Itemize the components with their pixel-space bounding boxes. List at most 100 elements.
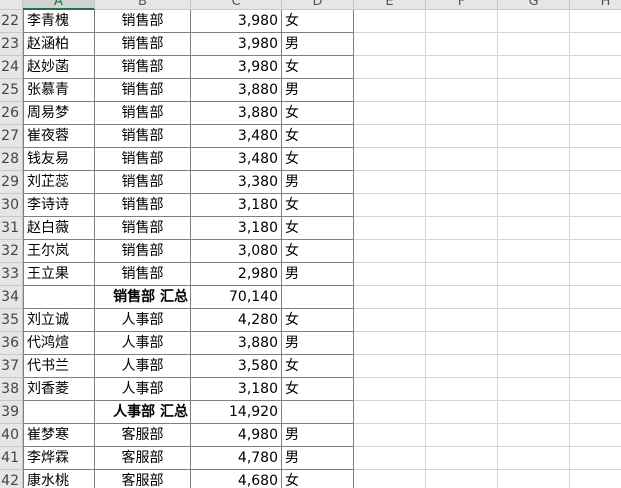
empty-cell[interactable] xyxy=(426,102,498,125)
cell-name[interactable]: 李烨霖 xyxy=(23,447,95,470)
empty-cell[interactable] xyxy=(426,332,498,355)
cell-name[interactable]: 王尔岚 xyxy=(23,240,95,263)
empty-cell[interactable] xyxy=(570,286,621,309)
empty-cell[interactable] xyxy=(354,33,426,56)
cell-name[interactable]: 张慕青 xyxy=(23,79,95,102)
empty-cell[interactable] xyxy=(426,56,498,79)
empty-cell[interactable] xyxy=(570,56,621,79)
empty-cell[interactable] xyxy=(498,263,570,286)
empty-cell[interactable] xyxy=(498,286,570,309)
empty-cell[interactable] xyxy=(354,355,426,378)
cell-amount[interactable]: 3,380 xyxy=(191,171,282,194)
cell-department[interactable]: 人事部 汇总 xyxy=(95,401,191,424)
cell-gender[interactable]: 女 xyxy=(282,309,354,332)
empty-cell[interactable] xyxy=(426,378,498,401)
column-header-b[interactable]: B xyxy=(95,0,191,10)
cell-department[interactable]: 人事部 xyxy=(95,378,191,401)
cell-name[interactable]: 代书兰 xyxy=(23,355,95,378)
empty-cell[interactable] xyxy=(498,33,570,56)
cell-amount[interactable]: 3,980 xyxy=(191,33,282,56)
cell-gender[interactable] xyxy=(282,286,354,309)
cell-amount[interactable]: 4,680 xyxy=(191,470,282,488)
empty-cell[interactable] xyxy=(498,148,570,171)
cell-name[interactable]: 代鸿煊 xyxy=(23,332,95,355)
cell-department[interactable]: 销售部 xyxy=(95,125,191,148)
empty-cell[interactable] xyxy=(426,309,498,332)
empty-cell[interactable] xyxy=(498,424,570,447)
cell-name[interactable]: 康水桃 xyxy=(23,470,95,488)
cell-amount[interactable]: 3,580 xyxy=(191,355,282,378)
cell-department[interactable]: 销售部 xyxy=(95,263,191,286)
empty-cell[interactable] xyxy=(354,240,426,263)
empty-cell[interactable] xyxy=(570,33,621,56)
cell-department[interactable]: 销售部 xyxy=(95,56,191,79)
empty-cell[interactable] xyxy=(354,470,426,488)
empty-cell[interactable] xyxy=(426,263,498,286)
empty-cell[interactable] xyxy=(426,217,498,240)
empty-cell[interactable] xyxy=(426,470,498,488)
empty-cell[interactable] xyxy=(498,240,570,263)
empty-cell[interactable] xyxy=(426,447,498,470)
empty-cell[interactable] xyxy=(498,401,570,424)
cell-gender[interactable]: 女 xyxy=(282,355,354,378)
empty-cell[interactable] xyxy=(498,102,570,125)
column-header-h[interactable]: H xyxy=(570,0,621,10)
row-header[interactable]: 29 xyxy=(0,171,23,194)
row-header[interactable]: 31 xyxy=(0,217,23,240)
empty-cell[interactable] xyxy=(498,332,570,355)
empty-cell[interactable] xyxy=(498,470,570,488)
cell-department[interactable]: 客服部 xyxy=(95,424,191,447)
empty-cell[interactable] xyxy=(354,194,426,217)
empty-cell[interactable] xyxy=(354,79,426,102)
cell-department[interactable]: 客服部 xyxy=(95,447,191,470)
empty-cell[interactable] xyxy=(570,240,621,263)
empty-cell[interactable] xyxy=(426,10,498,33)
cell-department[interactable]: 销售部 xyxy=(95,102,191,125)
empty-cell[interactable] xyxy=(426,424,498,447)
empty-cell[interactable] xyxy=(426,286,498,309)
empty-cell[interactable] xyxy=(570,424,621,447)
empty-cell[interactable] xyxy=(426,401,498,424)
empty-cell[interactable] xyxy=(354,263,426,286)
cell-gender[interactable]: 男 xyxy=(282,263,354,286)
cell-gender[interactable]: 男 xyxy=(282,332,354,355)
row-header[interactable]: 32 xyxy=(0,240,23,263)
empty-cell[interactable] xyxy=(354,447,426,470)
empty-cell[interactable] xyxy=(498,125,570,148)
cell-department[interactable]: 销售部 xyxy=(95,240,191,263)
cell-name[interactable]: 赵白薇 xyxy=(23,217,95,240)
cell-name[interactable]: 刘香菱 xyxy=(23,378,95,401)
row-header[interactable]: 30 xyxy=(0,194,23,217)
empty-cell[interactable] xyxy=(354,102,426,125)
column-header-a[interactable]: A xyxy=(23,0,95,10)
empty-cell[interactable] xyxy=(498,355,570,378)
empty-cell[interactable] xyxy=(354,217,426,240)
empty-cell[interactable] xyxy=(426,125,498,148)
row-header[interactable]: 36 xyxy=(0,332,23,355)
empty-cell[interactable] xyxy=(498,171,570,194)
cell-gender[interactable]: 女 xyxy=(282,148,354,171)
cell-name[interactable]: 王立果 xyxy=(23,263,95,286)
row-header[interactable]: 37 xyxy=(0,355,23,378)
column-header-g[interactable]: G xyxy=(498,0,570,10)
empty-cell[interactable] xyxy=(426,355,498,378)
cell-department[interactable]: 销售部 xyxy=(95,171,191,194)
empty-cell[interactable] xyxy=(570,470,621,488)
empty-cell[interactable] xyxy=(570,79,621,102)
row-header[interactable]: 22 xyxy=(0,10,23,33)
empty-cell[interactable] xyxy=(354,56,426,79)
cell-department[interactable]: 销售部 xyxy=(95,194,191,217)
select-all-corner[interactable] xyxy=(0,0,23,10)
cell-amount[interactable]: 3,180 xyxy=(191,378,282,401)
empty-cell[interactable] xyxy=(570,332,621,355)
empty-cell[interactable] xyxy=(354,332,426,355)
empty-cell[interactable] xyxy=(426,194,498,217)
empty-cell[interactable] xyxy=(354,148,426,171)
cell-name[interactable]: 李诗诗 xyxy=(23,194,95,217)
empty-cell[interactable] xyxy=(570,263,621,286)
empty-cell[interactable] xyxy=(570,10,621,33)
column-header-c[interactable]: C xyxy=(191,0,282,10)
row-header[interactable]: 41 xyxy=(0,447,23,470)
column-header-f[interactable]: F xyxy=(426,0,498,10)
cell-department[interactable]: 客服部 xyxy=(95,470,191,488)
